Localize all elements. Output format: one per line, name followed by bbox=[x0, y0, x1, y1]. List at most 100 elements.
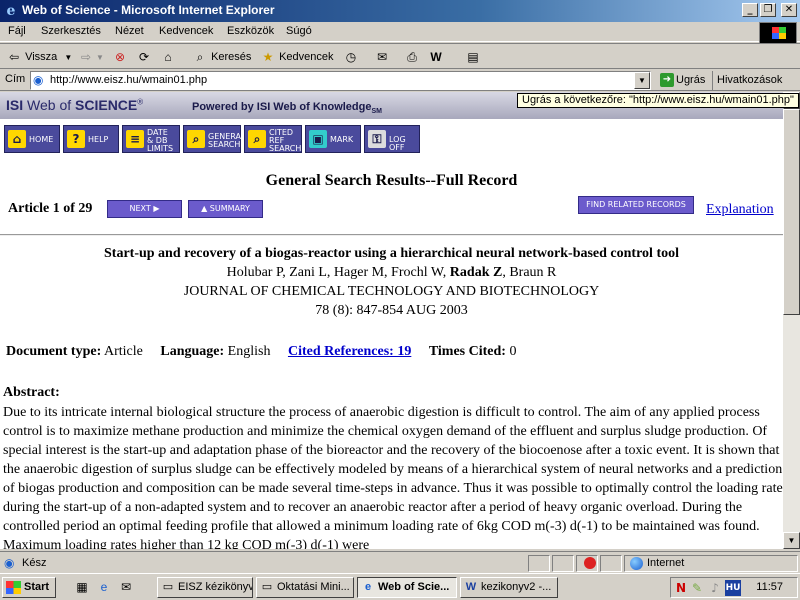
find-related-records-button[interactable]: FIND RELATED RECORDS bbox=[578, 196, 694, 214]
menu-edit[interactable]: Szerkesztés bbox=[41, 25, 101, 37]
address-dropdown-button[interactable]: ▼ bbox=[634, 72, 650, 89]
nav-home-button[interactable]: ⌂ HOME bbox=[4, 125, 60, 153]
search-icon: ⌕ bbox=[196, 50, 204, 65]
dropdown-arrow-icon: ▼ bbox=[64, 53, 73, 62]
task-web-of-science[interactable]: e Web of Scie... bbox=[357, 577, 457, 598]
nav-date-limits-button[interactable]: ≡ DATE & DB LIMITS bbox=[122, 125, 180, 153]
mark-icon: ▣ bbox=[309, 130, 327, 148]
help-icon: ? bbox=[67, 130, 85, 148]
vertical-scrollbar[interactable]: ▲ ▼ bbox=[783, 92, 800, 549]
go-arrow-icon: ➜ bbox=[660, 73, 674, 88]
explanation-link[interactable]: Explanation bbox=[706, 202, 774, 218]
divider bbox=[0, 234, 783, 236]
title-bar: e Web of Science - Microsoft Internet Ex… bbox=[0, 0, 800, 22]
favorites-button[interactable]: ★ Kedvencek bbox=[260, 48, 334, 66]
refresh-button[interactable]: ⟳ bbox=[136, 48, 152, 66]
close-button[interactable]: ✕ bbox=[781, 3, 797, 17]
stop-icon: ⊗ bbox=[114, 50, 126, 65]
summary-button[interactable]: ▲ SUMMARY bbox=[188, 200, 263, 218]
journal-volume: 78 (8): 847-854 AUG 2003 bbox=[315, 303, 468, 318]
edit-button[interactable]: W bbox=[428, 48, 444, 66]
mail-icon: ✉ bbox=[376, 50, 388, 65]
security-zone: Internet bbox=[647, 557, 685, 569]
forward-arrow-icon: ⇨ bbox=[80, 50, 92, 65]
task-eisz[interactable]: ▭ EISZ kézikönyv bbox=[157, 577, 253, 598]
page-title: General Search Results--Full Record bbox=[265, 172, 518, 189]
journal-name: JOURNAL OF CHEMICAL TECHNOLOGY AND BIOTE… bbox=[183, 284, 600, 299]
abstract-text: Due to its intricate internal biological… bbox=[3, 405, 783, 549]
star-icon: ★ bbox=[262, 50, 274, 65]
nav-general-search-button[interactable]: ⌕ GENERAL SEARCH bbox=[183, 125, 245, 153]
nav-mark-button[interactable]: ▣ MARK bbox=[305, 125, 361, 153]
home-button[interactable]: ⌂ bbox=[160, 48, 176, 66]
record-metadata: Document type: Article Language: English… bbox=[6, 344, 517, 359]
nav-logoff-button[interactable]: ⚿ LOG OFF bbox=[364, 125, 420, 153]
word-icon: W bbox=[465, 581, 477, 593]
isi-logo: ISI Web of SCIENCE® bbox=[6, 97, 144, 113]
scroll-down-button[interactable]: ▼ bbox=[783, 532, 800, 549]
forward-button[interactable]: ⇨ ▼ bbox=[78, 48, 104, 66]
task-oktatasi[interactable]: ▭ Oktatási Mini... bbox=[256, 577, 354, 598]
menu-tools[interactable]: Eszközök bbox=[227, 25, 274, 37]
go-button[interactable]: ➜ Ugrás bbox=[656, 71, 709, 90]
windows-logo-icon bbox=[759, 22, 797, 44]
cited-references-link[interactable]: Cited References: 19 bbox=[288, 344, 411, 359]
home-icon: ⌂ bbox=[164, 50, 172, 65]
language: English bbox=[227, 344, 271, 359]
address-label: Cím bbox=[5, 73, 26, 85]
links-button[interactable]: Hivatkozások bbox=[712, 71, 786, 90]
minimize-button[interactable]: _ bbox=[742, 3, 758, 17]
highlighted-author: Radak Z bbox=[449, 265, 503, 280]
article-authors: Holubar P, Zani L, Hager M, Frochl W, Ra… bbox=[226, 265, 557, 280]
status-text: Kész bbox=[22, 557, 47, 569]
print-icon: ⎙ bbox=[407, 50, 417, 65]
article-title: Start-up and recovery of a biogas-reacto… bbox=[104, 246, 679, 261]
menu-favorites[interactable]: Kedvencek bbox=[159, 25, 213, 37]
menu-help[interactable]: Súgó bbox=[286, 25, 312, 37]
start-button[interactable]: Start bbox=[2, 577, 56, 598]
page-icon: ◉ bbox=[33, 73, 44, 87]
toolbar: ⇦ Vissza ▼ ⇨ ▼ ⊗ ⟳ ⌂ ⌕ Keresés ★ Kedvence… bbox=[0, 43, 800, 69]
taskbar: Start ▦ e ✉ ▭ EISZ kézikönyv ▭ Oktatási Mi… bbox=[0, 573, 800, 600]
ie-icon: e bbox=[6, 3, 16, 19]
refresh-icon: ⟳ bbox=[138, 50, 150, 65]
outlook-icon[interactable]: ✉ bbox=[118, 579, 134, 595]
mail-button[interactable]: ✉ bbox=[374, 48, 390, 66]
back-button[interactable]: ⇦ Vissza ▼ bbox=[6, 48, 72, 66]
history-button[interactable]: ◷ bbox=[343, 48, 359, 66]
menu-view[interactable]: Nézet bbox=[115, 25, 144, 37]
scroll-thumb[interactable] bbox=[783, 109, 800, 315]
tray-app-icon[interactable]: ✎ bbox=[689, 580, 705, 596]
ie-icon: e bbox=[364, 581, 372, 593]
magnifier-icon: ⌕ bbox=[187, 130, 205, 148]
nav-help-button[interactable]: ? HELP bbox=[63, 125, 119, 153]
database-icon: ≡ bbox=[126, 130, 144, 148]
stop-button[interactable]: ⊗ bbox=[112, 48, 128, 66]
next-arrow-icon: ▶ bbox=[153, 204, 160, 213]
search-button[interactable]: ⌕ Keresés bbox=[192, 48, 252, 66]
popup-blocked-icon[interactable] bbox=[584, 557, 596, 569]
window-icon: ▭ bbox=[261, 581, 273, 593]
magnifier-icon: ⌕ bbox=[248, 130, 266, 148]
document-type: Article bbox=[104, 344, 143, 359]
ie-quicklaunch-icon[interactable]: e bbox=[96, 579, 112, 595]
article-counter: Article 1 of 29 bbox=[8, 201, 93, 216]
maximize-button[interactable]: ❐ bbox=[760, 3, 776, 17]
address-input[interactable]: ◉ http://www.eisz.hu/wmain01.php ▼ bbox=[30, 71, 651, 90]
menu-file[interactable]: Fájl bbox=[8, 25, 26, 37]
home-icon: ⌂ bbox=[8, 130, 26, 148]
powered-by: Powered by ISI Web of KnowledgeSM bbox=[192, 101, 382, 116]
speaker-icon[interactable]: ♪ bbox=[707, 580, 723, 596]
nav-cited-ref-search-button[interactable]: ⌕ CITED REF SEARCH bbox=[244, 125, 302, 153]
word-icon: W bbox=[430, 50, 442, 65]
language-indicator[interactable]: HU bbox=[725, 580, 741, 596]
window-title: Web of Science - Microsoft Internet Expl… bbox=[22, 3, 275, 17]
print-button[interactable]: ⎙ bbox=[404, 48, 420, 66]
next-button[interactable]: NEXT ▶ bbox=[107, 200, 182, 218]
task-kezikonyv[interactable]: Wkezikonyv2 -... bbox=[460, 577, 558, 598]
discuss-button[interactable]: ▤ bbox=[465, 48, 481, 66]
address-url: http://www.eisz.hu/wmain01.php bbox=[50, 74, 208, 86]
norton-icon[interactable]: N bbox=[673, 580, 689, 596]
show-desktop-icon[interactable]: ▦ bbox=[74, 579, 90, 595]
status-bar: ◉ Kész Internet bbox=[0, 551, 800, 573]
